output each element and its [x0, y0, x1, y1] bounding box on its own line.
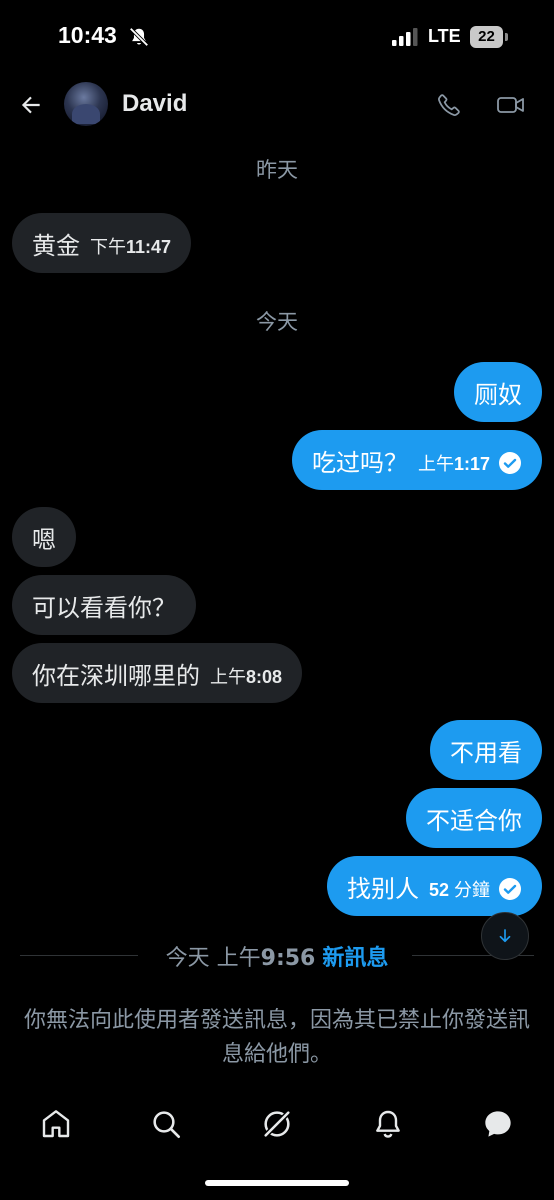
network-type: LTE: [428, 26, 461, 46]
timestamp-time: 8:08: [246, 667, 283, 687]
blocked-notice: 你無法向此使用者發送訊息，因為其已禁止你發送訊息給他們。: [23, 1008, 530, 1067]
message-bubble-incoming[interactable]: 你在深圳哪里的 上午8:08: [12, 643, 303, 703]
battery-level: 22: [478, 28, 495, 45]
video-call-icon[interactable]: [496, 92, 526, 118]
bell-off-icon: [129, 27, 149, 47]
message-bubble-outgoing[interactable]: 不用看: [430, 720, 542, 780]
conversation-header: David: [0, 72, 554, 140]
message-timestamp: 上午1:17: [418, 450, 490, 476]
message-timestamp: 上午8:08: [210, 663, 282, 689]
battery-icon: 22: [470, 26, 508, 48]
timestamp-time: 1:17: [453, 454, 490, 474]
avatar[interactable]: [64, 82, 108, 126]
separator-period: 上午: [216, 946, 261, 971]
message-bubble-outgoing[interactable]: 吃过吗？ 上午1:17: [291, 430, 542, 490]
message-bubble-incoming[interactable]: 黄金 下午11:47: [12, 213, 192, 273]
message-bubble-outgoing[interactable]: 不适合你: [406, 788, 542, 848]
new-messages-label: 新訊息: [322, 946, 389, 971]
back-arrow-icon[interactable]: [18, 92, 44, 118]
messages-icon[interactable]: [482, 1108, 514, 1140]
search-icon[interactable]: [150, 1108, 182, 1140]
timestamp-period: 上午: [210, 667, 246, 687]
message-text: 吃过吗？: [311, 448, 408, 477]
read-check-icon: [499, 452, 521, 474]
message-bubble-incoming[interactable]: 可以看看你？: [12, 575, 196, 635]
phone-icon[interactable]: [436, 92, 462, 118]
message-text: 黄金: [32, 231, 80, 260]
bottom-navigation: [0, 1096, 554, 1156]
signal-icon: [392, 28, 418, 46]
message-timestamp: 52 分鐘: [429, 876, 490, 902]
date-separator-today: 今天: [256, 310, 298, 334]
message-text: 嗯: [32, 525, 56, 554]
message-timestamp: 下午11:47: [90, 233, 171, 259]
date-separator-yesterday: 昨天: [256, 158, 298, 182]
message-text: 厕奴: [474, 380, 522, 409]
separator-day: 今天: [165, 946, 210, 971]
separator-time: 9:56: [260, 946, 316, 971]
message-text: 不适合你: [426, 806, 522, 835]
contact-name[interactable]: David: [122, 90, 187, 118]
message-bubble-outgoing[interactable]: 找别人 52 分鐘: [326, 856, 542, 916]
timestamp-unit: 分鐘: [454, 880, 490, 900]
timestamp-minutes: 52: [428, 880, 449, 900]
home-indicator[interactable]: [205, 1180, 349, 1186]
timestamp-period: 下午: [90, 237, 126, 257]
arrow-down-icon: [499, 929, 511, 943]
timestamp-time: 11:47: [126, 237, 172, 257]
notifications-icon[interactable]: [372, 1108, 404, 1140]
grok-icon[interactable]: [261, 1108, 293, 1140]
new-messages-separator: 今天 上午9:56 新訊息: [0, 940, 554, 972]
read-check-icon: [499, 878, 521, 900]
message-bubble-outgoing[interactable]: 厕奴: [454, 362, 542, 422]
message-text: 你在深圳哪里的: [32, 661, 200, 690]
status-time: 10:43: [58, 22, 117, 48]
message-text: 不用看: [450, 738, 522, 767]
message-text: 找别人: [346, 874, 419, 903]
timestamp-period: 上午: [417, 454, 454, 474]
scroll-to-bottom-button[interactable]: [481, 912, 529, 960]
message-text: 可以看看你？: [32, 593, 176, 622]
home-icon[interactable]: [40, 1108, 72, 1140]
message-bubble-incoming[interactable]: 嗯: [12, 507, 76, 567]
status-bar: 10:43 LTE 22: [0, 0, 554, 72]
